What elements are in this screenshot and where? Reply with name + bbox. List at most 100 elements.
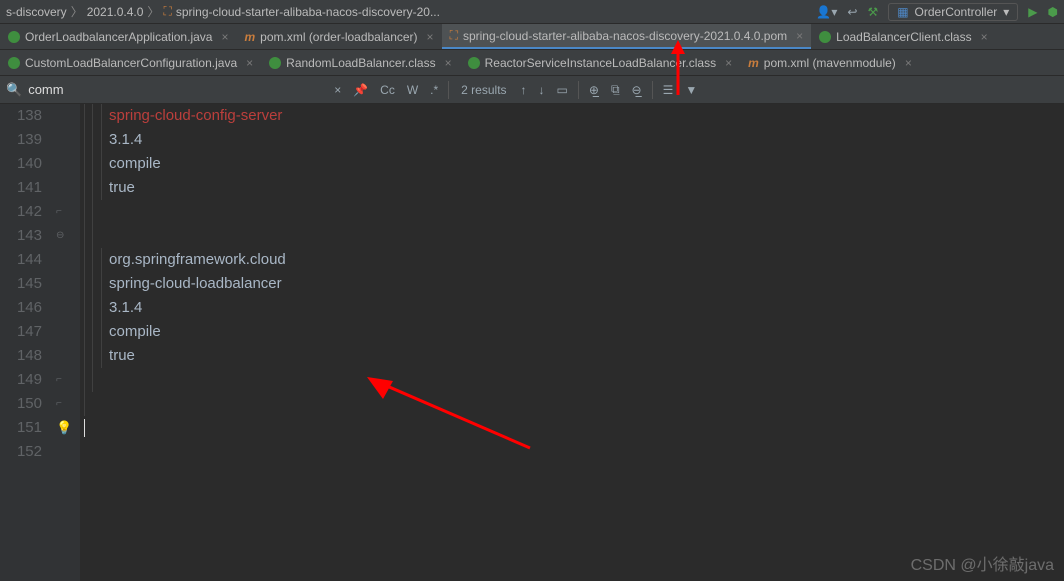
editor-tab[interactable]: mpom.xml (mavenmodule)× [740,50,920,75]
find-bar: 🔍 × 📌 Cc W .* 2 results ↑ ↓ ▭ ⊕̲ ⧉̲ ⊖̲ ☰… [0,76,1064,104]
tab-label: RandomLoadBalancer.class [286,56,435,70]
close-icon[interactable]: × [981,30,988,44]
remove-occurrence-button[interactable]: ⊖̲ [632,83,642,97]
code-line[interactable]: 3.1.4 [84,128,1064,152]
debug-button[interactable]: ⬢ [1048,5,1058,19]
line-number: 143 [0,224,42,248]
code-editor[interactable]: 1381391401411421431441451461471481491501… [0,104,1064,581]
class-icon [8,57,20,69]
class-icon [819,31,831,43]
code-line[interactable] [84,392,1064,416]
hammer-icon[interactable]: ⚒ [867,5,878,19]
line-number: 138 [0,104,42,128]
prev-match-button[interactable]: ↑ [521,83,527,97]
code-line[interactable] [84,224,1064,248]
chevron-right-icon: 〉 [71,3,83,20]
line-number: 141 [0,176,42,200]
controller-icon: ▦ [897,5,908,19]
editor-tab[interactable]: OrderLoadbalancerApplication.java × [0,24,236,49]
fold-gutter[interactable]: ⌐⊖⌐⌐💡 [50,104,80,581]
close-icon[interactable]: × [246,56,253,70]
pom-icon: ⛶ [450,28,458,43]
code-line[interactable]: compile [84,320,1064,344]
editor-tab[interactable]: CustomLoadBalancerConfiguration.java × [0,50,261,75]
code-line[interactable] [84,200,1064,224]
fold-end-icon[interactable]: ⌐ [56,200,62,224]
class-icon [8,31,20,43]
close-icon[interactable]: × [427,30,434,44]
find-input[interactable] [28,82,328,97]
breadcrumb-item[interactable]: 2021.0.4.0 [87,5,144,19]
code-line[interactable]: spring-cloud-loadbalancer [84,272,1064,296]
maven-icon: m [244,30,255,44]
close-icon[interactable]: × [725,56,732,70]
breadcrumb-item[interactable]: spring-cloud-starter-alibaba-nacos-disco… [176,5,440,19]
intention-bulb-icon[interactable]: 💡 [56,416,72,440]
editor-tab[interactable]: ReactorServiceInstanceLoadBalancer.class… [460,50,740,75]
tab-label: ReactorServiceInstanceLoadBalancer.class [485,56,716,70]
code-line[interactable]: spring-cloud-config-server [84,104,1064,128]
filter-icon[interactable]: ▼ [685,83,697,97]
code-line[interactable]: true [84,176,1064,200]
watermark: CSDN @小徐敲java [911,551,1054,575]
close-icon[interactable]: × [796,29,803,43]
line-number: 149 [0,368,42,392]
code-line[interactable] [84,368,1064,392]
line-number: 147 [0,320,42,344]
line-number: 150 [0,392,42,416]
fold-end-icon[interactable]: ⌐ [56,368,62,392]
code-line[interactable]: org.springframework.cloud [84,248,1064,272]
select-occurrences-button[interactable]: ⧉̲ [611,82,620,97]
fold-toggle-icon[interactable]: ⊖ [56,224,64,248]
editor-tab[interactable]: ⛶ spring-cloud-starter-alibaba-nacos-disc… [442,24,812,49]
run-button[interactable]: ▶ [1028,5,1037,19]
editor-tab[interactable]: LoadBalancerClient.class × [811,24,995,49]
tab-label: pom.xml (order-loadbalancer) [260,30,417,44]
tab-label: LoadBalancerClient.class [836,30,971,44]
run-config-selector[interactable]: ▦ OrderController ▾ [888,3,1018,21]
line-number: 145 [0,272,42,296]
fold-end-icon[interactable]: ⌐ [56,392,62,416]
maven-icon: m [748,56,759,70]
chevron-right-icon: 〉 [147,3,159,20]
line-number: 146 [0,296,42,320]
code-line[interactable]: 3.1.4 [84,296,1064,320]
line-number: 140 [0,152,42,176]
line-number: 144 [0,248,42,272]
code-line[interactable]: true [84,344,1064,368]
line-number: 151 [0,416,42,440]
editor-tabs-row-1: OrderLoadbalancerApplication.java × m pom.x… [0,24,1064,50]
pin-icon[interactable]: 📌 [353,83,368,97]
editor-tab[interactable]: m pom.xml (order-loadbalancer) × [236,24,441,49]
close-icon[interactable]: × [905,56,912,70]
breadcrumb-item[interactable]: s-discovery [6,5,67,19]
next-match-button[interactable]: ↓ [539,83,545,97]
user-icon[interactable]: 👤▾ [816,5,837,19]
add-selection-button[interactable]: ⊕̲ [589,83,599,97]
search-icon: 🔍 [6,82,22,98]
chevron-down-icon: ▾ [1003,5,1009,19]
code-line[interactable] [84,416,1064,440]
run-config-label: OrderController [915,5,998,19]
editor-tab[interactable]: RandomLoadBalancer.class × [261,50,459,75]
tab-label: OrderLoadbalancerApplication.java [25,30,212,44]
regex-button[interactable]: .* [430,83,438,97]
line-gutter: 1381391401411421431441451461471481491501… [0,104,50,581]
breadcrumb-bar: s-discovery 〉 2021.0.4.0 〉 ⛶ spring-clou… [0,0,1064,24]
words-button[interactable]: W [407,83,418,97]
code-area[interactable]: spring-cloud-config-server 3.1.4 compile… [80,104,1064,581]
settings-icon[interactable]: ☰ [663,83,674,97]
maven-icon: ⛶ [163,4,171,19]
tab-label: spring-cloud-starter-alibaba-nacos-disco… [463,29,787,43]
sync-icon[interactable]: ↩ [847,5,857,19]
select-all-button[interactable]: ▭ [557,83,568,97]
close-icon[interactable]: × [221,30,228,44]
close-icon[interactable]: × [445,56,452,70]
line-number: 152 [0,440,42,464]
clear-icon[interactable]: × [334,83,341,97]
tab-label: CustomLoadBalancerConfiguration.java [25,56,237,70]
line-number: 139 [0,128,42,152]
match-case-button[interactable]: Cc [380,83,395,97]
line-number: 142 [0,200,42,224]
code-line[interactable]: compile [84,152,1064,176]
